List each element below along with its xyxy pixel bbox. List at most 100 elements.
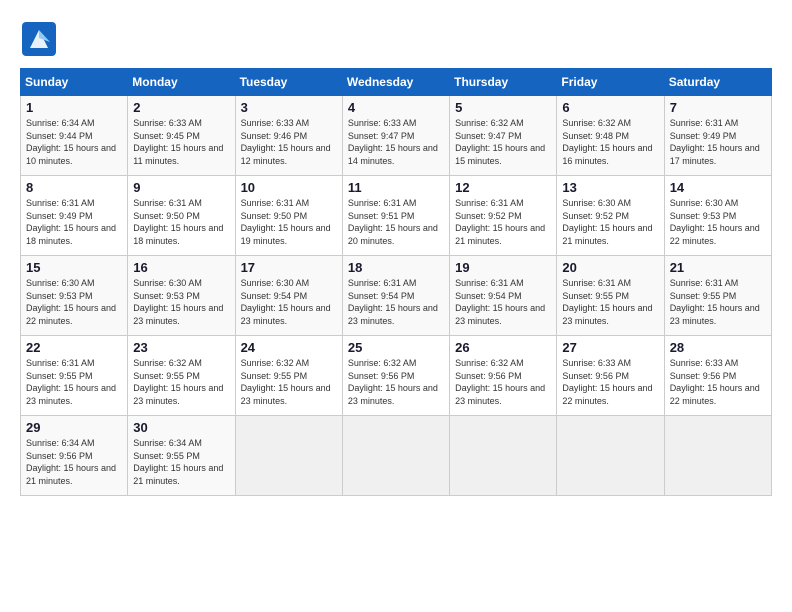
- header-saturday: Saturday: [664, 69, 771, 96]
- day-detail: Sunrise: 6:30 AMSunset: 9:52 PMDaylight:…: [562, 197, 658, 247]
- day-number: 14: [670, 180, 766, 195]
- logo-icon: [20, 20, 58, 58]
- day-number: 8: [26, 180, 122, 195]
- calendar-cell: 11 Sunrise: 6:31 AMSunset: 9:51 PMDayligh…: [342, 176, 449, 256]
- header-friday: Friday: [557, 69, 664, 96]
- day-detail: Sunrise: 6:31 AMSunset: 9:55 PMDaylight:…: [670, 277, 766, 327]
- day-number: 20: [562, 260, 658, 275]
- day-detail: Sunrise: 6:31 AMSunset: 9:55 PMDaylight:…: [562, 277, 658, 327]
- day-number: 27: [562, 340, 658, 355]
- calendar-week-1: 1 Sunrise: 6:34 AMSunset: 9:44 PMDaylight…: [21, 96, 772, 176]
- day-detail: Sunrise: 6:33 AMSunset: 9:46 PMDaylight:…: [241, 117, 337, 167]
- calendar-cell: 30 Sunrise: 6:34 AMSunset: 9:55 PMDayligh…: [128, 416, 235, 496]
- day-detail: Sunrise: 6:33 AMSunset: 9:56 PMDaylight:…: [562, 357, 658, 407]
- day-detail: Sunrise: 6:33 AMSunset: 9:45 PMDaylight:…: [133, 117, 229, 167]
- day-number: 17: [241, 260, 337, 275]
- header-sunday: Sunday: [21, 69, 128, 96]
- header-wednesday: Wednesday: [342, 69, 449, 96]
- calendar-week-3: 15 Sunrise: 6:30 AMSunset: 9:53 PMDayligh…: [21, 256, 772, 336]
- calendar-cell: [557, 416, 664, 496]
- calendar-table: SundayMondayTuesdayWednesdayThursdayFrid…: [20, 68, 772, 496]
- day-detail: Sunrise: 6:32 AMSunset: 9:48 PMDaylight:…: [562, 117, 658, 167]
- calendar-cell: 12 Sunrise: 6:31 AMSunset: 9:52 PMDayligh…: [450, 176, 557, 256]
- day-detail: Sunrise: 6:31 AMSunset: 9:50 PMDaylight:…: [133, 197, 229, 247]
- day-detail: Sunrise: 6:32 AMSunset: 9:56 PMDaylight:…: [455, 357, 551, 407]
- calendar-cell: 19 Sunrise: 6:31 AMSunset: 9:54 PMDayligh…: [450, 256, 557, 336]
- day-number: 12: [455, 180, 551, 195]
- day-detail: Sunrise: 6:31 AMSunset: 9:50 PMDaylight:…: [241, 197, 337, 247]
- calendar-week-2: 8 Sunrise: 6:31 AMSunset: 9:49 PMDaylight…: [21, 176, 772, 256]
- day-number: 10: [241, 180, 337, 195]
- day-number: 26: [455, 340, 551, 355]
- calendar-cell: [342, 416, 449, 496]
- day-number: 13: [562, 180, 658, 195]
- day-detail: Sunrise: 6:33 AMSunset: 9:47 PMDaylight:…: [348, 117, 444, 167]
- calendar-cell: 6Sunrise: 6:32 AMSunset: 9:48 PMDaylight…: [557, 96, 664, 176]
- day-number: 9: [133, 180, 229, 195]
- day-detail: Sunrise: 6:32 AMSunset: 9:56 PMDaylight:…: [348, 357, 444, 407]
- day-detail: Sunrise: 6:30 AMSunset: 9:53 PMDaylight:…: [26, 277, 122, 327]
- calendar-cell: [450, 416, 557, 496]
- calendar-cell: 21 Sunrise: 6:31 AMSunset: 9:55 PMDayligh…: [664, 256, 771, 336]
- day-number: 24: [241, 340, 337, 355]
- day-detail: Sunrise: 6:31 AMSunset: 9:49 PMDaylight:…: [26, 197, 122, 247]
- calendar-cell: 29 Sunrise: 6:34 AMSunset: 9:56 PMDayligh…: [21, 416, 128, 496]
- calendar-cell: 9 Sunrise: 6:31 AMSunset: 9:50 PMDaylight…: [128, 176, 235, 256]
- day-detail: Sunrise: 6:32 AMSunset: 9:47 PMDaylight:…: [455, 117, 551, 167]
- day-number: 22: [26, 340, 122, 355]
- day-number: 25: [348, 340, 444, 355]
- calendar-cell: 5 Sunrise: 6:32 AMSunset: 9:47 PMDaylight…: [450, 96, 557, 176]
- day-detail: Sunrise: 6:31 AMSunset: 9:51 PMDaylight:…: [348, 197, 444, 247]
- day-number: 1: [26, 100, 122, 115]
- calendar-cell: 3 Sunrise: 6:33 AMSunset: 9:46 PMDaylight…: [235, 96, 342, 176]
- day-number: 29: [26, 420, 122, 435]
- calendar-cell: 18 Sunrise: 6:31 AMSunset: 9:54 PMDayligh…: [342, 256, 449, 336]
- calendar-cell: 16Sunrise: 6:30 AMSunset: 9:53 PMDayligh…: [128, 256, 235, 336]
- day-number: 18: [348, 260, 444, 275]
- header-thursday: Thursday: [450, 69, 557, 96]
- day-detail: Sunrise: 6:31 AMSunset: 9:54 PMDaylight:…: [455, 277, 551, 327]
- logo: [20, 20, 63, 58]
- day-number: 5: [455, 100, 551, 115]
- calendar-cell: 24 Sunrise: 6:32 AMSunset: 9:55 PMDayligh…: [235, 336, 342, 416]
- calendar-cell: 20 Sunrise: 6:31 AMSunset: 9:55 PMDayligh…: [557, 256, 664, 336]
- day-detail: Sunrise: 6:30 AMSunset: 9:53 PMDaylight:…: [670, 197, 766, 247]
- calendar-cell: 17 Sunrise: 6:30 AMSunset: 9:54 PMDayligh…: [235, 256, 342, 336]
- day-number: 30: [133, 420, 229, 435]
- calendar-cell: 4 Sunrise: 6:33 AMSunset: 9:47 PMDaylight…: [342, 96, 449, 176]
- day-detail: Sunrise: 6:31 AMSunset: 9:52 PMDaylight:…: [455, 197, 551, 247]
- calendar-cell: [235, 416, 342, 496]
- calendar-header-row: SundayMondayTuesdayWednesdayThursdayFrid…: [21, 69, 772, 96]
- calendar-week-4: 22 Sunrise: 6:31 AMSunset: 9:55 PMDayligh…: [21, 336, 772, 416]
- day-number: 4: [348, 100, 444, 115]
- calendar-cell: 28Sunrise: 6:33 AMSunset: 9:56 PMDayligh…: [664, 336, 771, 416]
- calendar-cell: [664, 416, 771, 496]
- day-detail: Sunrise: 6:30 AMSunset: 9:54 PMDaylight:…: [241, 277, 337, 327]
- calendar-week-5: 29 Sunrise: 6:34 AMSunset: 9:56 PMDayligh…: [21, 416, 772, 496]
- day-number: 11: [348, 180, 444, 195]
- day-detail: Sunrise: 6:34 AMSunset: 9:55 PMDaylight:…: [133, 437, 229, 487]
- day-number: 28: [670, 340, 766, 355]
- day-detail: Sunrise: 6:30 AMSunset: 9:53 PMDaylight:…: [133, 277, 229, 327]
- calendar-cell: 25 Sunrise: 6:32 AMSunset: 9:56 PMDayligh…: [342, 336, 449, 416]
- day-number: 3: [241, 100, 337, 115]
- page-header: [20, 20, 772, 58]
- day-number: 7: [670, 100, 766, 115]
- day-detail: Sunrise: 6:31 AMSunset: 9:55 PMDaylight:…: [26, 357, 122, 407]
- day-number: 23: [133, 340, 229, 355]
- calendar-cell: 1 Sunrise: 6:34 AMSunset: 9:44 PMDaylight…: [21, 96, 128, 176]
- day-detail: Sunrise: 6:34 AMSunset: 9:56 PMDaylight:…: [26, 437, 122, 487]
- day-detail: Sunrise: 6:34 AMSunset: 9:44 PMDaylight:…: [26, 117, 122, 167]
- calendar-cell: 2 Sunrise: 6:33 AMSunset: 9:45 PMDaylight…: [128, 96, 235, 176]
- day-number: 2: [133, 100, 229, 115]
- day-number: 21: [670, 260, 766, 275]
- calendar-cell: 13 Sunrise: 6:30 AMSunset: 9:52 PMDayligh…: [557, 176, 664, 256]
- day-number: 15: [26, 260, 122, 275]
- calendar-cell: 10 Sunrise: 6:31 AMSunset: 9:50 PMDayligh…: [235, 176, 342, 256]
- day-detail: Sunrise: 6:31 AMSunset: 9:54 PMDaylight:…: [348, 277, 444, 327]
- day-detail: Sunrise: 6:31 AMSunset: 9:49 PMDaylight:…: [670, 117, 766, 167]
- day-detail: Sunrise: 6:32 AMSunset: 9:55 PMDaylight:…: [241, 357, 337, 407]
- calendar-cell: 26 Sunrise: 6:32 AMSunset: 9:56 PMDayligh…: [450, 336, 557, 416]
- day-number: 19: [455, 260, 551, 275]
- calendar-cell: 8 Sunrise: 6:31 AMSunset: 9:49 PMDaylight…: [21, 176, 128, 256]
